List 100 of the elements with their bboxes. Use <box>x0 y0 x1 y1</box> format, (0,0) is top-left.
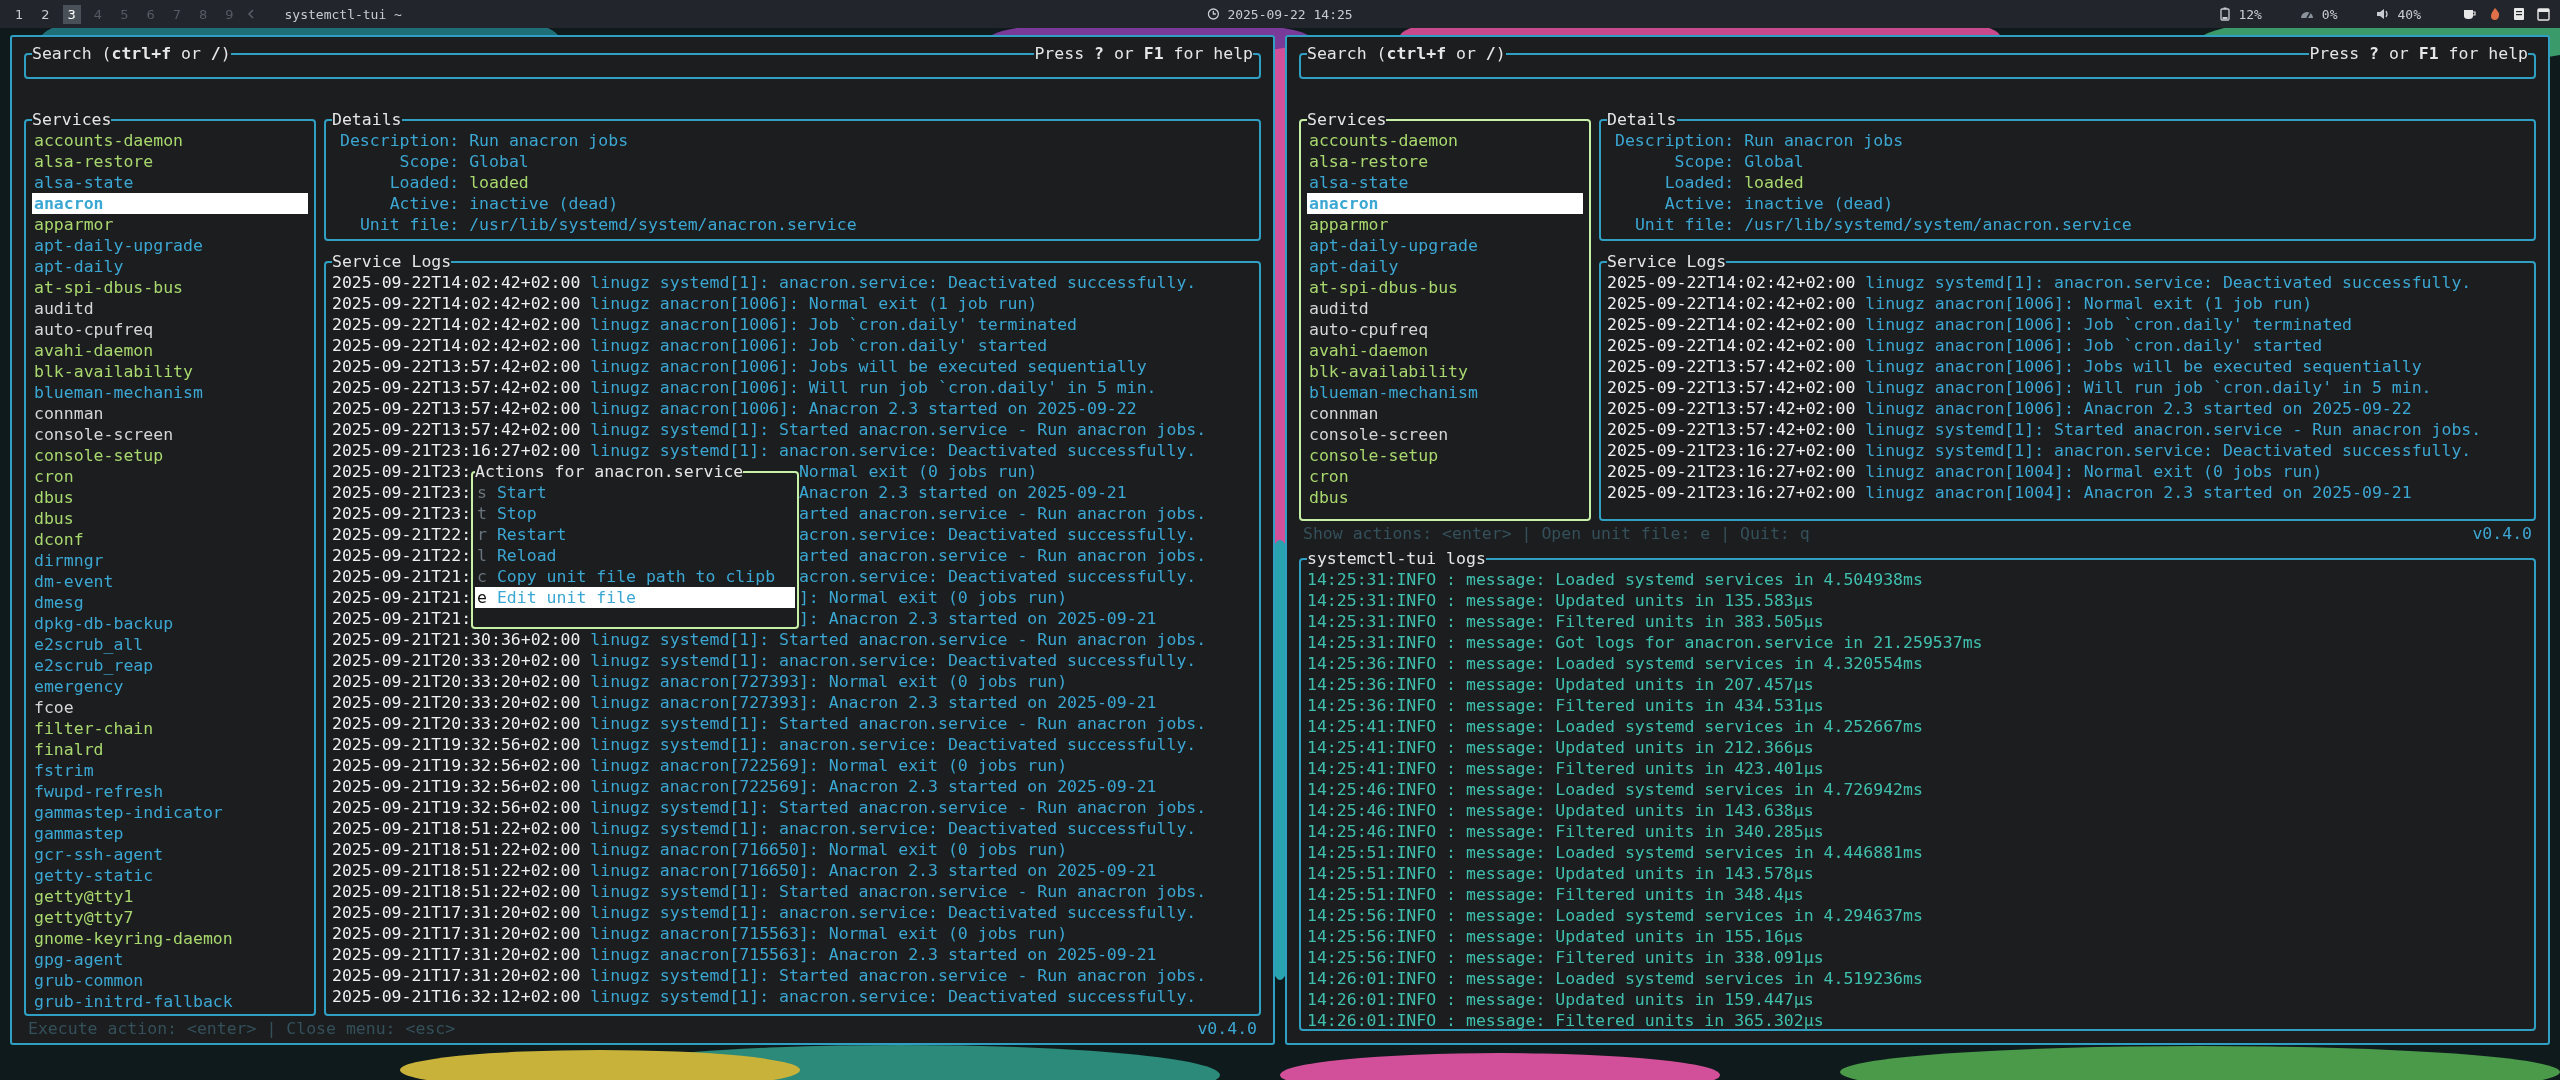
service-item[interactable]: at-spi-dbus-bus <box>1307 277 1583 298</box>
service-item[interactable]: getty-static <box>32 865 308 886</box>
service-item[interactable]: blueman-mechanism <box>32 382 308 403</box>
service-item[interactable]: dmesg <box>32 592 308 613</box>
service-item[interactable]: at-spi-dbus-bus <box>32 277 308 298</box>
menu-item[interactable]: t Stop <box>475 503 795 524</box>
log-message: linugz anacron[1004]: Anacron 2.3 started on 2025-09-21 <box>1865 483 2412 502</box>
service-item[interactable]: console-screen <box>32 424 308 445</box>
service-item[interactable]: apparmor <box>32 214 308 235</box>
log-timestamp: 2025-09-22T13:57:42+02:00 <box>1607 399 1856 418</box>
service-item[interactable]: apt-daily <box>32 256 308 277</box>
service-item[interactable]: e2scrub_all <box>32 634 308 655</box>
service-item[interactable]: console-screen <box>1307 424 1583 445</box>
log-timestamp: 2025-09-22T13:57:42+02:00 <box>332 357 581 376</box>
service-item[interactable]: dbus <box>1307 487 1583 508</box>
service-item[interactable]: gcr-ssh-agent <box>32 844 308 865</box>
service-item[interactable]: blueman-mechanism <box>1307 382 1583 403</box>
log-timestamp: 2025-09-21T17:31:20+02:00 <box>332 966 581 985</box>
service-item[interactable]: alsa-state <box>32 172 308 193</box>
service-item[interactable]: grub-common <box>32 970 308 991</box>
service-item[interactable]: grub-initrd-fallback <box>32 991 308 1012</box>
service-item[interactable]: avahi-daemon <box>1307 340 1583 361</box>
service-item[interactable]: auditd <box>32 298 308 319</box>
window-icon[interactable] <box>2537 7 2550 21</box>
service-item[interactable]: apparmor <box>1307 214 1583 235</box>
service-item[interactable]: blk-availability <box>1307 361 1583 382</box>
workspace-button[interactable]: 3 <box>62 4 81 24</box>
service-item[interactable]: dpkg-db-backup <box>32 613 308 634</box>
log-timestamp: 2025-09-21T17:31:20+02:00 <box>332 945 581 964</box>
service-item[interactable]: auto-cpufreq <box>1307 319 1583 340</box>
service-item[interactable]: gammastep-indicator <box>32 802 308 823</box>
service-item[interactable]: apt-daily <box>1307 256 1583 277</box>
menu-item[interactable]: c Copy unit file path to clipb <box>475 566 795 587</box>
shortcut-key: e <box>477 587 487 608</box>
service-item[interactable]: getty@tty1 <box>32 886 308 907</box>
detail-value: inactive (dead) <box>469 193 620 214</box>
log-line: 14:25:41:INFO : message: Loaded systemd services in 4.252667ms <box>1307 716 1924 737</box>
menu-item-label: Copy unit file path to clipb <box>496 566 776 587</box>
service-item[interactable]: dbus <box>32 487 308 508</box>
menu-item[interactable]: e Edit unit file <box>475 587 795 608</box>
service-item[interactable]: getty@tty7 <box>32 907 308 928</box>
workspace-button[interactable]: 1 <box>10 4 29 24</box>
service-item[interactable]: gpg-agent <box>32 949 308 970</box>
service-item[interactable]: cron <box>1307 466 1583 487</box>
log-line: 14:26:01:INFO : message: Filtered units in 365.302µs <box>1307 1010 1825 1031</box>
service-item[interactable]: gammastep <box>32 823 308 844</box>
service-item[interactable]: gnome-keyring-daemon <box>32 928 308 949</box>
service-item[interactable]: auto-cpufreq <box>32 319 308 340</box>
log-timestamp: 2025-09-21T22: <box>332 546 472 565</box>
service-item[interactable]: cron <box>32 466 308 487</box>
flame-icon[interactable] <box>2489 7 2501 21</box>
service-item[interactable]: filter-chain <box>32 718 308 739</box>
service-item[interactable]: accounts-daemon <box>1307 130 1583 151</box>
service-item[interactable]: console-setup <box>32 445 308 466</box>
chevron-left-icon[interactable] <box>246 9 255 19</box>
log-timestamp: 2025-09-22T14:02:42+02:00 <box>332 336 581 355</box>
log-message: Anacron 2.3 started on 2025-09-21 <box>798 483 1127 502</box>
service-item[interactable]: connman <box>1307 403 1583 424</box>
service-item[interactable]: auditd <box>1307 298 1583 319</box>
service-item[interactable]: dm-event <box>32 571 308 592</box>
log-timestamp: 2025-09-22T14:02:42+02:00 <box>1607 273 1856 292</box>
service-item[interactable]: emergency <box>32 676 308 697</box>
service-item[interactable]: blk-availability <box>32 361 308 382</box>
menu-item[interactable]: s Start <box>475 482 795 503</box>
log-message: linugz systemd[1]: anacron.service: Deactivated successfully. <box>590 735 1197 754</box>
log-timestamp: 2025-09-22T14:02:42+02:00 <box>1607 315 1856 334</box>
service-item[interactable]: fstrim <box>32 760 308 781</box>
service-item[interactable]: alsa-restore <box>1307 151 1583 172</box>
service-item[interactable]: accounts-daemon <box>32 130 308 151</box>
service-item[interactable]: apt-daily-upgrade <box>1307 235 1583 256</box>
service-item[interactable]: avahi-daemon <box>32 340 308 361</box>
log-message: linugz systemd[1]: anacron.service: Deactivated successfully. <box>590 273 1197 292</box>
service-item[interactable]: apt-daily-upgrade <box>32 235 308 256</box>
log-message: linugz anacron[716650]: Normal exit (0 jobs run) <box>590 840 1068 859</box>
service-item[interactable]: fcoe <box>32 697 308 718</box>
service-item[interactable]: dbus <box>32 508 308 529</box>
log-message: ]: Anacron 2.3 started on 2025-09-21 <box>798 609 1157 628</box>
service-item[interactable]: dconf <box>32 529 308 550</box>
service-item[interactable]: dirmngr <box>32 550 308 571</box>
log-timestamp: 2025-09-21T21: <box>332 609 472 628</box>
log-message: acron.service: Deactivated successfully. <box>798 525 1197 544</box>
detail-label: Scope: <box>1673 151 1735 172</box>
menu-item[interactable]: l Reload <box>475 545 795 566</box>
service-item[interactable]: alsa-restore <box>32 151 308 172</box>
log-timestamp: 2025-09-22T14:02:42+02:00 <box>332 273 581 292</box>
service-item[interactable]: fwupd-refresh <box>32 781 308 802</box>
log-timestamp: 2025-09-21T23: <box>332 483 472 502</box>
service-item[interactable]: connman <box>32 403 308 424</box>
cup-icon[interactable] <box>2463 8 2477 20</box>
detail-label: Description: <box>340 130 460 151</box>
window-title: systemctl-tui ~ <box>284 6 402 22</box>
service-item[interactable]: finalrd <box>32 739 308 760</box>
service-item[interactable]: e2scrub_reap <box>32 655 308 676</box>
log-timestamp: 2025-09-22T13:57:42+02:00 <box>1607 378 1856 397</box>
service-item[interactable]: alsa-state <box>1307 172 1583 193</box>
document-icon[interactable] <box>2513 7 2525 21</box>
menu-item[interactable]: r Restart <box>475 524 795 545</box>
service-item[interactable]: console-setup <box>1307 445 1583 466</box>
workspace-button[interactable]: 2 <box>36 4 55 24</box>
key-hints: Show actions: <enter> | Open unit file: e | Quit: q <box>1303 523 1810 544</box>
